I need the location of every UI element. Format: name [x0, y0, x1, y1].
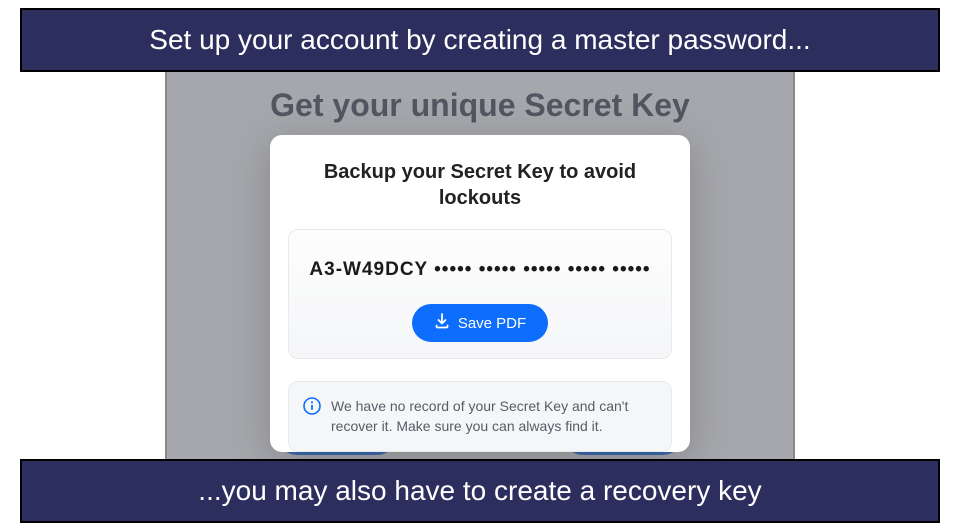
save-pdf-button[interactable]: Save PDF [412, 304, 548, 342]
download-icon [434, 313, 450, 333]
info-text: We have no record of your Secret Key and… [331, 396, 657, 437]
caption-bottom: ...you may also have to create a recover… [20, 459, 940, 523]
backup-modal: Backup your Secret Key to avoid lockouts… [270, 135, 690, 452]
caption-top: Set up your account by creating a master… [20, 8, 940, 72]
info-icon [303, 397, 321, 420]
secret-key-value: A3-W49DCY ••••• ••••• ••••• ••••• ••••• [303, 252, 657, 288]
info-box: We have no record of your Secret Key and… [288, 381, 672, 452]
modal-title: Backup your Secret Key to avoid lockouts [288, 159, 672, 229]
secret-key-card: A3-W49DCY ••••• ••••• ••••• ••••• ••••• … [288, 229, 672, 359]
app-window: Get your unique Secret Key Backup your S… [165, 64, 795, 476]
save-pdf-label: Save PDF [458, 315, 526, 332]
